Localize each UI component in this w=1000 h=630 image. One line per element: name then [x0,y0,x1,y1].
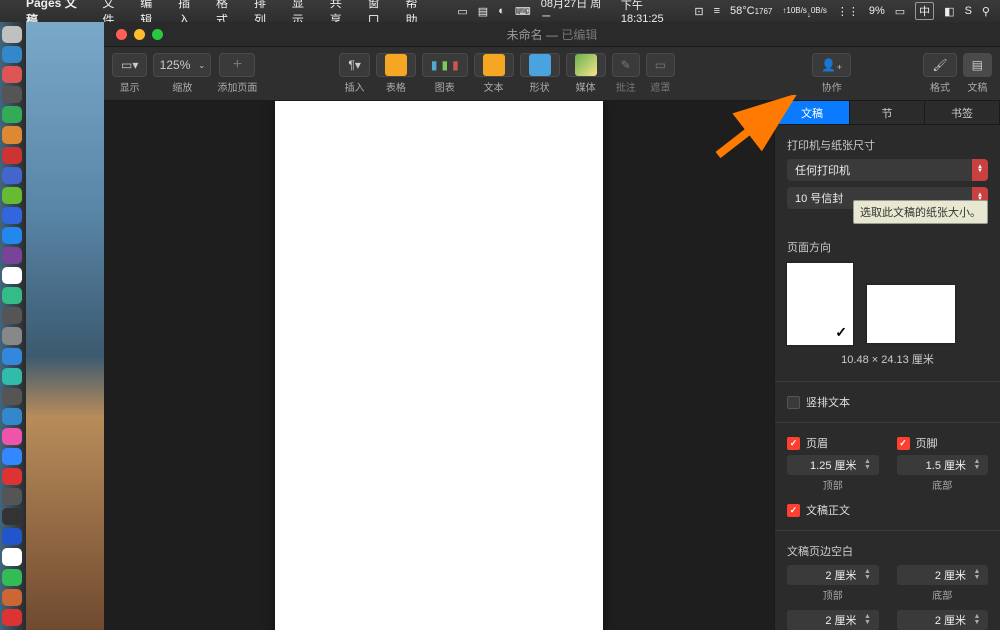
dock-icon[interactable] [2,247,22,264]
body-text-checkbox[interactable]: ✓ 文稿正文 [787,502,988,518]
dock-icon[interactable] [2,267,22,284]
paper-dimensions: 10.48 × 24.13 厘米 [787,351,988,367]
pages-window: 未命名 — 已编辑 ▭▾ 显示 125%⌄ 缩放 + 添加页面 ¶▾ 插入 [104,22,1000,630]
select-arrows-icon: ▲▼ [972,159,988,181]
tab-section[interactable]: 节 [850,101,925,124]
dock-icon[interactable] [2,468,22,485]
text-button[interactable] [474,53,514,77]
titlebar: 未命名 — 已编辑 [104,22,1000,47]
dock-icon[interactable] [2,46,22,63]
dock-icon[interactable] [2,227,22,244]
paper-size-tooltip: 选取此文稿的纸张大小。 [853,200,988,224]
format-button[interactable]: 🖌 [923,53,956,77]
table-button[interactable] [376,53,416,77]
margins-label: 文稿页边空白 [787,543,988,559]
dock-icon[interactable] [2,167,22,184]
desktop-background [26,22,104,630]
dock-icon[interactable] [2,428,22,445]
zoom-select[interactable]: 125%⌄ [153,53,211,77]
status-temp: 58°C1767 [730,5,772,17]
dock-icon[interactable] [2,368,22,385]
dock-icon[interactable] [2,86,22,103]
document-button[interactable]: ▤ [963,53,992,77]
margin-bottom-stepper[interactable]: 2 厘米▲▼ [897,565,989,585]
dock-icon[interactable] [2,548,22,565]
dock-icon[interactable] [2,408,22,425]
printer-section-label: 打印机与纸张尺寸 [787,137,988,153]
status-wifi-icon[interactable]: ⋮⋮ [837,5,859,18]
window-title: 未命名 — 已编辑 [104,26,1000,43]
status-s-icon[interactable]: S [965,5,972,17]
status-net: ↑10B/s↓0B/s [782,3,826,19]
vertical-text-checkbox[interactable]: 竖排文本 [787,394,988,410]
dock-icon[interactable] [2,207,22,224]
collab-button[interactable]: 👤₊ [812,53,851,77]
status-memory-icon: ▤ [478,5,488,18]
annotate-button[interactable]: ✎ [612,53,640,77]
tab-document[interactable]: 文稿 [775,101,850,124]
dock-icon[interactable] [2,348,22,365]
dock-icon[interactable] [2,287,22,304]
status-battery-icon: ▭ [895,5,905,18]
menubar: Pages 文稿 文件 编辑 插入 格式 排列 显示 共享 窗口 帮助 ▭ ▤ … [0,0,1000,22]
inspector-sidebar: 文稿 节 书签 打印机与纸张尺寸 任何打印机 ▲▼ 10 号信封 ▲▼ [774,101,1000,630]
orientation-portrait[interactable]: ✓ [787,263,853,345]
status-siri-icon: ◐ [498,5,505,17]
dock-icon[interactable] [2,448,22,465]
chart-button[interactable]: ▮▮▮ [422,53,468,77]
dock-icon[interactable] [2,609,22,626]
status-battery-percent[interactable]: 9% [869,5,885,17]
tab-bookmark[interactable]: 书签 [925,101,1000,124]
printer-select[interactable]: 任何打印机 ▲▼ [787,159,988,181]
footer-stepper[interactable]: 1.5 厘米▲▼ [897,455,989,475]
dock-icon[interactable] [2,508,22,525]
dock-icon[interactable] [2,569,22,586]
status-ime[interactable]: 中 [915,2,934,20]
margin-top-stepper[interactable]: 2 厘米▲▼ [787,565,879,585]
document-canvas[interactable] [104,101,774,630]
status-bars-icon: ≡ [714,5,720,17]
dock-icon[interactable] [2,589,22,606]
checkmark-icon: ✓ [835,324,847,341]
dock-icon[interactable] [2,488,22,505]
status-keyboard-icon: ⌨ [515,5,531,18]
dock-icon[interactable] [2,66,22,83]
status-evernote-icon[interactable]: ◧ [944,5,954,18]
mask-button[interactable]: ▭ [646,53,675,77]
media-button[interactable] [566,53,606,77]
dock-icon[interactable] [2,147,22,164]
dock [0,22,26,630]
status-display-icon: ⊡ [694,5,703,18]
dock-icon[interactable] [2,26,22,43]
dock-icon[interactable] [2,327,22,344]
margin-right-stepper[interactable]: 2 厘米▲▼ [897,610,989,630]
dock-icon[interactable] [2,307,22,324]
insert-button[interactable]: ¶▾ [339,53,369,77]
header-stepper[interactable]: 1.25 厘米▲▼ [787,455,879,475]
view-label: 显示 [120,79,140,94]
dock-icon[interactable] [2,528,22,545]
footer-checkbox[interactable]: ✓ 页脚 [897,435,989,451]
document-page[interactable] [275,101,603,630]
dock-icon[interactable] [2,187,22,204]
dock-icon[interactable] [2,106,22,123]
add-page-button[interactable]: + [219,53,255,77]
status-bluetooth-icon[interactable]: ⚲ [982,5,990,18]
status-notch-icon: ▭ [457,5,467,18]
orientation-landscape[interactable] [867,263,955,345]
zoom-label: 缩放 [172,79,192,94]
header-checkbox[interactable]: ✓ 页眉 [787,435,879,451]
margin-left-stepper[interactable]: 2 厘米▲▼ [787,610,879,630]
dock-icon[interactable] [2,126,22,143]
view-button[interactable]: ▭▾ [112,53,147,77]
toolbar: ▭▾ 显示 125%⌄ 缩放 + 添加页面 ¶▾ 插入 表格 ▮▮▮ [104,47,1000,101]
orientation-label: 页面方向 [787,239,988,255]
shape-button[interactable] [520,53,560,77]
add-page-label: 添加页面 [217,79,257,94]
dock-icon[interactable] [2,388,22,405]
